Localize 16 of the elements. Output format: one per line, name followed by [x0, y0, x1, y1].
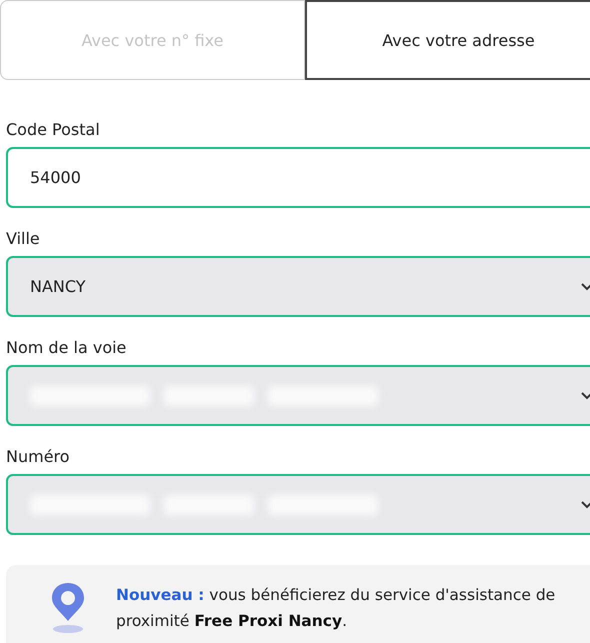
field-label: Numéro [6, 447, 71, 466]
field-value: NANCY [30, 277, 86, 296]
field-label: Code Postal [6, 120, 101, 139]
dropdown-field[interactable] [6, 365, 590, 426]
field-label: Ville [6, 229, 41, 248]
info-text: Nouveau : vous bénéficierez du service d'assistance de proximité Free Proxi Nancy. [116, 585, 556, 632]
dropdown-field[interactable]: NANCY [6, 256, 590, 317]
location-pin-icon [50, 581, 86, 635]
dropdown-field[interactable] [6, 474, 590, 535]
chevron-down-icon [580, 282, 590, 292]
field-label: Nom de la voie [6, 338, 128, 357]
tab[interactable]: Avec votre adresse [305, 0, 590, 80]
field-value: 54000 [30, 168, 81, 187]
chevron-down-icon [580, 391, 590, 401]
chevron-down-icon [580, 500, 590, 510]
input-field[interactable]: 54000 [6, 147, 590, 208]
